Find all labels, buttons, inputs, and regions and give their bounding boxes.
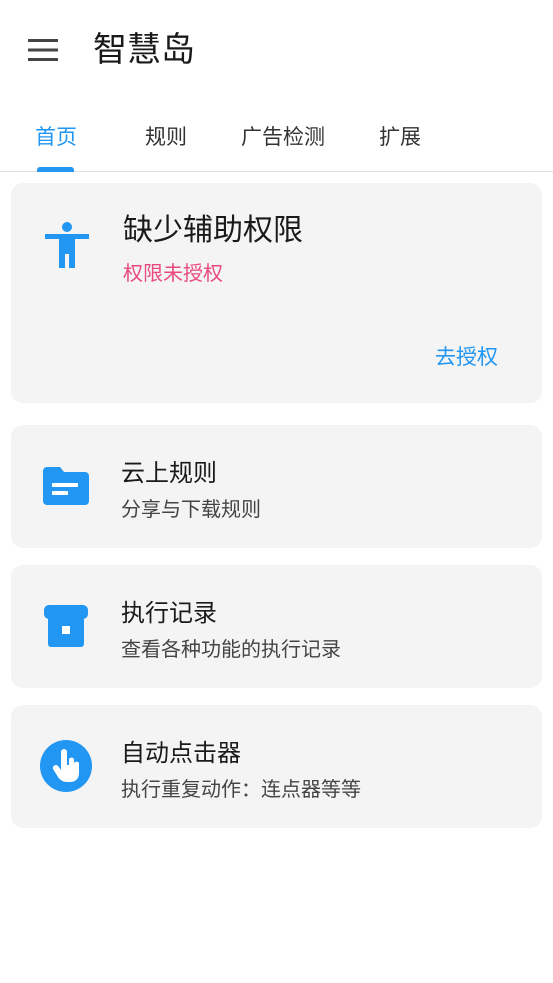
cloud-rules-title: 云上规则 (121, 459, 217, 487)
archive-icon (39, 599, 93, 653)
cloud-rules-card[interactable]: 云上规则 分享与下载规则 (11, 425, 542, 548)
active-tab-indicator (37, 167, 74, 172)
tab-ad-detection[interactable]: 广告检测 (234, 100, 332, 171)
tab-home[interactable]: 首页 (26, 100, 86, 171)
execution-log-card[interactable]: 执行记录 查看各种功能的执行记录 (11, 565, 542, 688)
auto-clicker-subtitle: 执行重复动作：连点器等等 (121, 777, 361, 801)
accessibility-permission-card: 缺少辅助权限 权限未授权 去授权 (11, 183, 542, 403)
auto-clicker-card[interactable]: 自动点击器 执行重复动作：连点器等等 (11, 705, 542, 828)
app-bar: 智慧岛 (0, 0, 553, 100)
execution-log-subtitle: 查看各种功能的执行记录 (121, 637, 341, 661)
execution-log-title: 执行记录 (121, 599, 217, 627)
auth-status-text: 权限未授权 (123, 261, 223, 285)
hamburger-menu-icon (28, 39, 58, 61)
app-title: 智慧岛 (93, 30, 195, 70)
grant-permission-button[interactable]: 去授权 (435, 341, 498, 371)
tab-bar: 首页 规则 广告检测 扩展 (0, 100, 553, 172)
tab-rules[interactable]: 规则 (136, 100, 196, 171)
auto-clicker-title: 自动点击器 (121, 739, 241, 767)
accessibility-icon (45, 222, 89, 268)
menu-button[interactable] (23, 30, 63, 70)
auth-card-title: 缺少辅助权限 (123, 213, 303, 248)
touch-icon (39, 739, 93, 793)
cloud-rules-subtitle: 分享与下载规则 (121, 497, 261, 521)
tab-extensions[interactable]: 扩展 (370, 100, 430, 171)
folder-icon (39, 459, 93, 513)
